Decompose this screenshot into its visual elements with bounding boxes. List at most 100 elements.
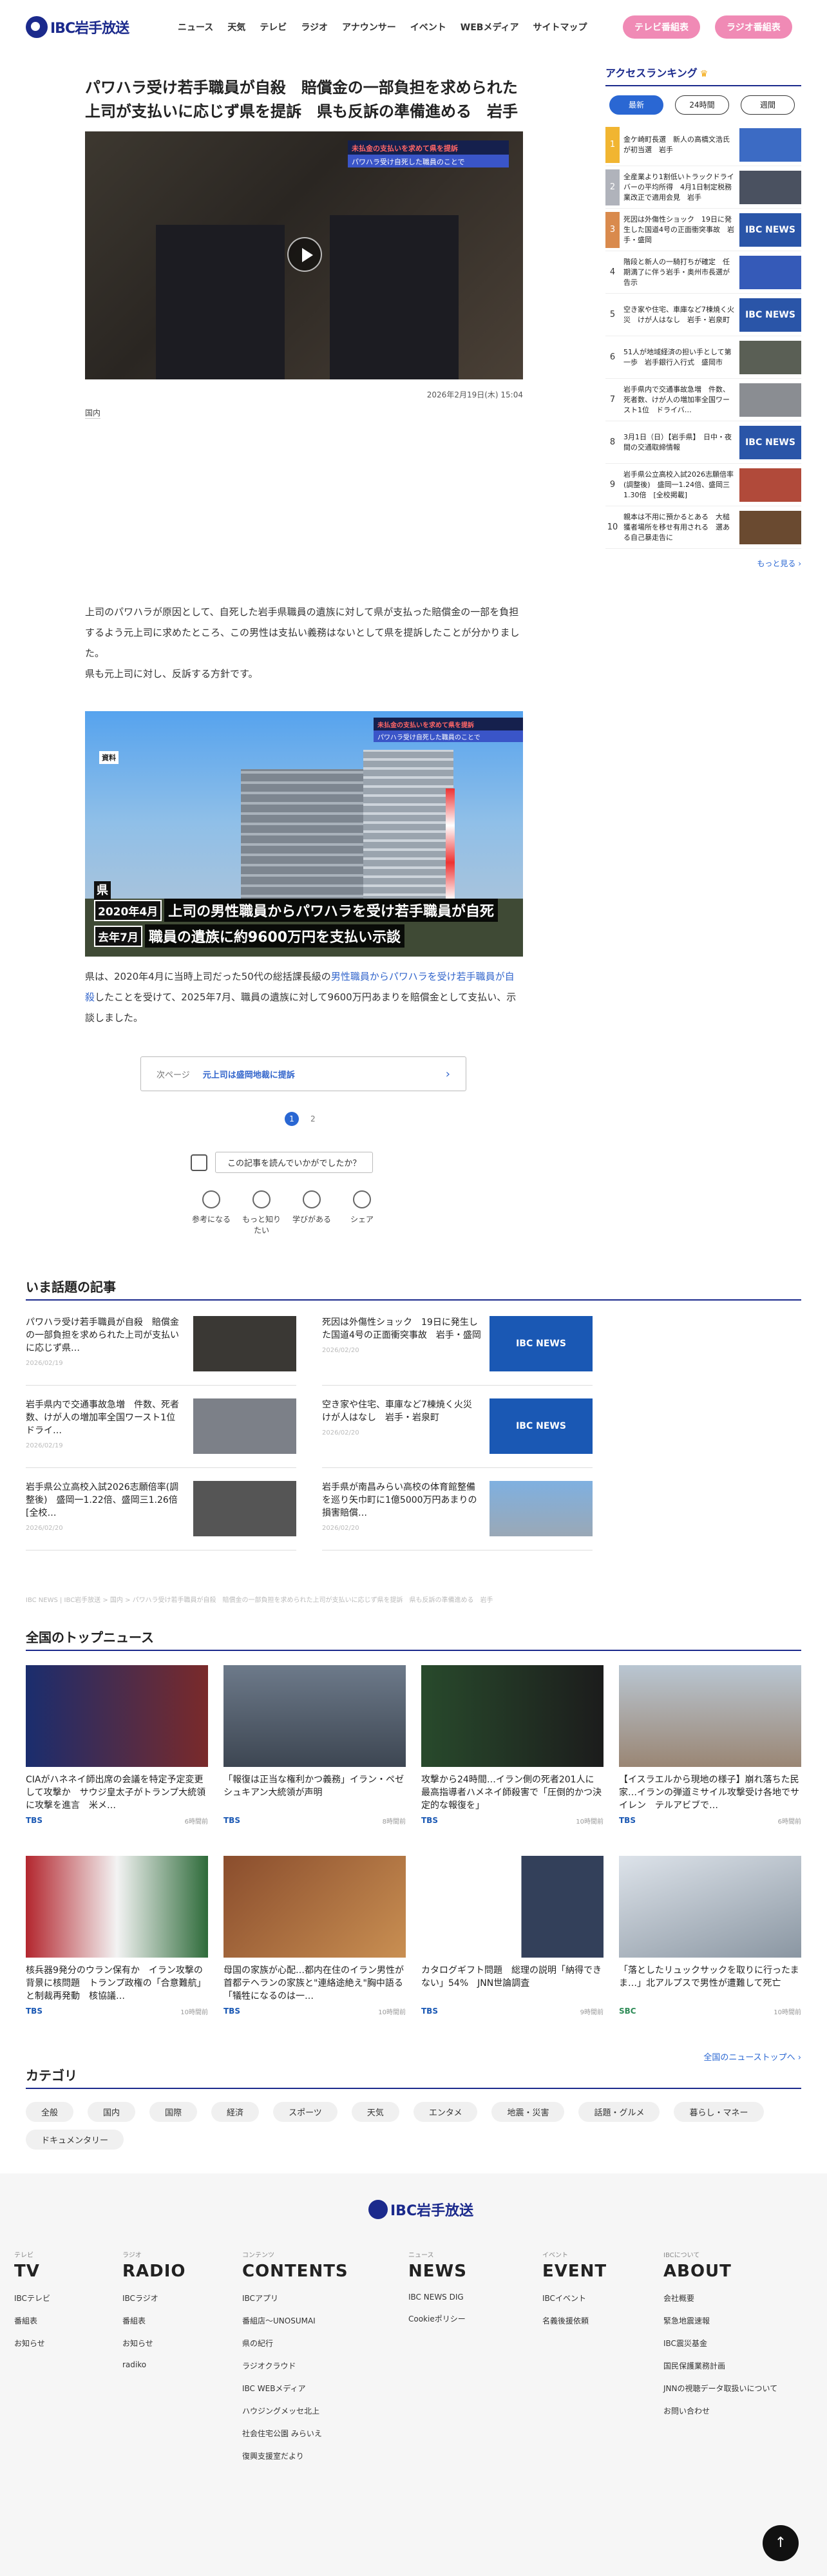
ranking-item[interactable]: 10 親本は不用に預かるとある 大槌獲者場所を移せ有用される 選ある自己暴走告に xyxy=(605,506,801,549)
tab-weekly[interactable]: 週間 xyxy=(741,95,795,115)
tv-schedule-button[interactable]: テレビ番組表 xyxy=(623,15,700,39)
category-chip[interactable]: ドキュメンタリー xyxy=(26,2130,124,2150)
site-logo[interactable]: IBC岩手放送 xyxy=(26,14,129,40)
publish-date: 2026年2月19日(木) 15:04 xyxy=(426,390,523,399)
bulb-icon xyxy=(202,1190,220,1208)
ranking-item[interactable]: 9 岩手県公立高校入試2026志願倍率(調整後) 盛岡一1.24倍、盛岡三1.30… xyxy=(605,464,801,506)
nav-news[interactable]: ニュース xyxy=(178,21,213,33)
ranking-item[interactable]: 8 3月1日（日）【岩手県】 日中・夜間の交通取締情報 IBC NEWS xyxy=(605,421,801,464)
category-chip[interactable]: 国際 xyxy=(149,2102,198,2122)
hot-item[interactable]: 空き家や住宅、車庫など7棟焼く火災 けが人はなし 岩手・岩泉町 2026/02/2… xyxy=(322,1398,593,1468)
category-link[interactable]: 国内 xyxy=(85,407,101,419)
page-2[interactable]: 2 xyxy=(307,1114,319,1123)
reaction-helpful[interactable]: 参考になる xyxy=(191,1190,232,1236)
news-card[interactable]: 「報復は正当な権利かつ義務」イラン・ペゼシュキアン大統領が声明 TBS 8時間前 xyxy=(223,1665,406,1856)
category-chip[interactable]: スポーツ xyxy=(273,2102,337,2122)
top-news-title: 全国のトップニュース xyxy=(26,1627,801,1651)
category-chip[interactable]: 国内 xyxy=(88,2102,136,2122)
hot-item[interactable]: パワハラ受け若手職員が自殺 賠償金の一部負担を求められた上司が支払いに応じず県…… xyxy=(26,1316,296,1386)
news-card[interactable]: CIAがハネネイ師出席の会議を特定予定変更して攻撃か サウジ皇太子がトランプ大統… xyxy=(26,1665,208,1856)
categories: カテゴリ 全般 国内 国際 経済 スポーツ 天気 エンタメ 地震・災害 話題・グ… xyxy=(26,2065,801,2150)
reaction-share[interactable]: シェア xyxy=(341,1190,383,1236)
hot-item[interactable]: 死因は外傷性ショック 19日に発生した国道4号の正面衝突事故 岩手・盛岡 2026… xyxy=(322,1316,593,1386)
nav-tv[interactable]: テレビ xyxy=(260,21,287,33)
ranking-item[interactable]: 4 階段と新人の一騎打ちが確定 任期満了に伴う岩手・奥州市長選が告示 xyxy=(605,251,801,294)
hot-item[interactable]: 岩手県が南昌みらい高校の体育館整備を巡り矢巾町に1億5000万円あまりの損害賠償… xyxy=(322,1481,593,1550)
news-image xyxy=(421,1856,604,1958)
news-card[interactable]: 【イスラエルから現地の様子】崩れ落ちた民家…イランの弾道ミサイル攻撃受け各地でサ… xyxy=(619,1665,801,1856)
logo-mark-icon xyxy=(26,16,48,38)
category-chip[interactable]: エンタメ xyxy=(413,2102,478,2122)
nav-event[interactable]: イベント xyxy=(410,21,446,33)
footer-logo[interactable]: IBC岩手放送 xyxy=(368,2199,473,2220)
category-chip[interactable]: 話題・グルメ xyxy=(578,2102,660,2122)
reaction-learn[interactable]: 学びがある xyxy=(291,1190,332,1236)
thumbnail xyxy=(739,468,801,502)
hot-item[interactable]: 岩手県内で交通事故急増 件数、死者数、けが人の増加率全国ワースト1位 ドライ… 2… xyxy=(26,1398,296,1468)
all-news-link[interactable]: 全国のニューストップへ › xyxy=(26,2050,801,2063)
ibc-news-thumbnail: IBC NEWS xyxy=(490,1398,593,1454)
hot-articles: いま話題の記事 パワハラ受け若手職員が自殺 賠償金の一部負担を求められた上司が支… xyxy=(26,1277,801,1563)
category-chip[interactable]: 地震・災害 xyxy=(491,2102,565,2122)
category-chip[interactable]: 天気 xyxy=(351,2102,399,2122)
category-chip[interactable]: 全般 xyxy=(26,2102,74,2122)
footer-col-event: イベント EVENT IBCイベント 名義後援依頼 xyxy=(542,2252,607,2325)
nav-radio[interactable]: ラジオ xyxy=(301,21,328,33)
ranking-item[interactable]: 1 金ケ崎町長選 新人の高橋文浩氏が初当選 岩手 xyxy=(605,124,801,166)
reaction-more[interactable]: もっと知りたい xyxy=(241,1190,282,1236)
site-footer: IBC岩手放送 テレビ TV IBCテレビ 番組表 お知らせ ラジオ RADIO IBCラジ… xyxy=(0,2173,827,2576)
footer-col-about: IBCについて ABOUT 会社概要 緊急地震速報 IBC震災基金 国民保護業務計画 JNN… xyxy=(663,2252,778,2416)
thumbnail xyxy=(193,1398,296,1454)
footer-col-news: ニュース NEWS IBC NEWS DIG Cookieポリシー xyxy=(408,2252,467,2323)
play-icon[interactable] xyxy=(287,237,322,272)
ranking-item[interactable]: 3 死因は外傷性ショック 19日に発生した国道4号の正面衝突事故 岩手・盛岡 IBC… xyxy=(605,209,801,251)
news-card[interactable]: 母国の家族が心配…都内在住のイラン男性が首都テヘランの家族と"連絡途絶え"胸中語… xyxy=(223,1856,406,2046)
nav-weather[interactable]: 天気 xyxy=(227,21,245,33)
survey-icon xyxy=(191,1154,207,1171)
tab-24h[interactable]: 24時間 xyxy=(675,95,729,115)
nav-sitemap[interactable]: サイトマップ xyxy=(533,21,587,33)
page-1[interactable]: 1 xyxy=(285,1112,299,1126)
ibc-news-thumbnail: IBC NEWS xyxy=(739,298,801,332)
person-figure xyxy=(330,186,459,379)
global-nav: ニュース 天気 テレビ ラジオ アナウンサー イベント WEBメディア サイトマ… xyxy=(178,21,587,33)
next-page-button[interactable]: 次ページ 元上司は盛岡地裁に提訴 › xyxy=(140,1056,466,1091)
back-to-top-button[interactable]: ↑ xyxy=(763,2525,799,2561)
category-title: カテゴリ xyxy=(26,2065,801,2089)
news-card[interactable]: 「落としたリュックサックを取りに行ったまま…」北アルプスで男性が遭難して死亡 SB… xyxy=(619,1856,801,2046)
category-chip[interactable]: 経済 xyxy=(211,2102,260,2122)
ranking-item[interactable]: 5 空き家や住宅、車庫など7棟焼く火災 けが人はなし 岩手・岩泉町 IBC NEWS xyxy=(605,294,801,336)
article-body: 上司のパワハラが原因として、自死した岩手県職員の遺族に対して県が支払った賠償金の… xyxy=(85,606,520,680)
news-image xyxy=(223,1856,406,1958)
nav-webmedia[interactable]: WEBメディア xyxy=(461,21,519,33)
article-video[interactable]: 未払金の支払いを求めて県を提訴 パワハラ受け自死した職員のことで xyxy=(85,131,523,379)
hot-item[interactable]: 岩手県公立高校入試2026志願倍率(調整後) 盛岡一1.22倍、盛岡三1.26倍… xyxy=(26,1481,296,1550)
article-image: 資料 未払金の支払いを求めて県を提訴 パワハラ受け自死した職員のことで 県 20… xyxy=(85,711,523,957)
news-card[interactable]: 核兵器9発分のウラン保有か イラン攻撃の背景に核問題 トランプ政権の「合意難航」… xyxy=(26,1856,208,2046)
hot-title: いま話題の記事 xyxy=(26,1277,801,1301)
logo-mark-icon xyxy=(368,2200,388,2219)
site-header: IBC岩手放送 ニュース 天気 テレビ ラジオ アナウンサー イベント WEBメ… xyxy=(0,0,827,54)
ranking-item[interactable]: 7 岩手県内で交通事故急増 件数、死者数、けが人の増加率全国ワースト1位 ドライバ… xyxy=(605,379,801,421)
nav-announcer[interactable]: アナウンサー xyxy=(342,21,396,33)
news-image xyxy=(26,1665,208,1767)
category-chip[interactable]: 暮らし・マネー xyxy=(674,2102,764,2122)
article-title: パワハラ受け若手職員が自殺 賠償金の一部負担を求められた上司が支払いに応じず県を… xyxy=(85,79,518,120)
ibc-news-thumbnail: IBC NEWS xyxy=(490,1316,593,1371)
news-card[interactable]: カタログギフト問題 総理の説明「納得できない」54% JNN世論調査 TBS 9時間… xyxy=(421,1856,604,2046)
top-news: 全国のトップニュース CIAがハネネイ師出席の会議を特定予定変更して攻撃か サウ… xyxy=(26,1627,801,2063)
ranking-item[interactable]: 2 全産業より1割低いトラックドライバーの平均所得 4月1日制定税務業改正で適用会… xyxy=(605,166,801,209)
footer-col-radio: ラジオ RADIO IBCラジオ 番組表 お知らせ radiko xyxy=(122,2252,186,2369)
thumbnail xyxy=(490,1481,593,1536)
radio-schedule-button[interactable]: ラジオ番組表 xyxy=(715,15,792,39)
news-image xyxy=(26,1856,208,1958)
news-card[interactable]: 攻撃から24時間…イラン側の死者201人に 最高指導者ハメネイ師殺害で「圧倒的か… xyxy=(421,1665,604,1856)
article-body-2: 県は、2020年4月に当時上司だった50代の総括課長級の男性職員からパワハラを受… xyxy=(85,971,517,1024)
ranking-item[interactable]: 6 51人が地域経済の担い手として第一歩 岩手銀行入行式 盛岡市 xyxy=(605,336,801,379)
ibc-news-thumbnail: IBC NEWS xyxy=(739,213,801,247)
ranking-more-link[interactable]: もっと見る › xyxy=(605,558,801,569)
thumbnail xyxy=(193,1481,296,1536)
breadcrumb: IBC NEWS | IBC岩手放送 > 国内 > パワハラ受け若手職員が自殺 … xyxy=(26,1597,493,1604)
tab-latest[interactable]: 最新 xyxy=(609,95,663,115)
thumbnail xyxy=(739,170,801,204)
